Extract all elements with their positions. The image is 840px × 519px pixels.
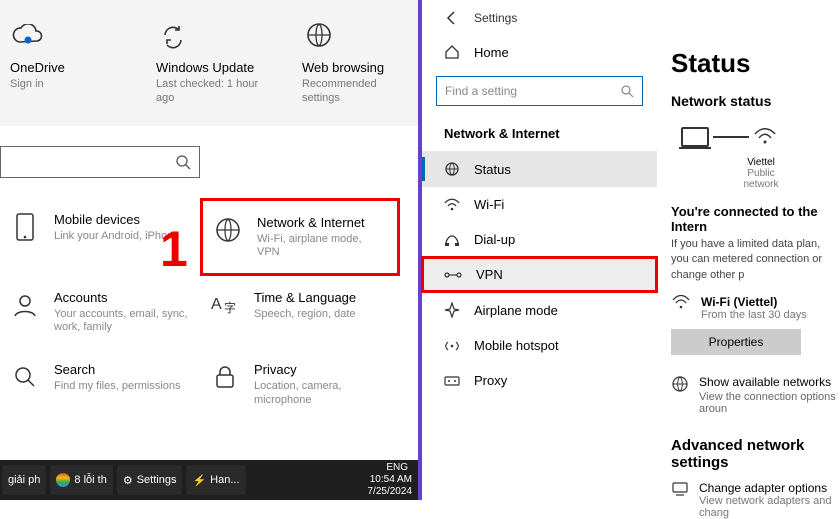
status-icon (444, 161, 460, 177)
settings-header: Settings (422, 0, 840, 30)
hotspot-icon (444, 339, 460, 353)
airplane-icon (444, 302, 460, 318)
page-title: Status (671, 48, 839, 79)
windows-update-title: Windows Update (156, 60, 262, 75)
find-setting-input[interactable]: Find a setting (436, 76, 643, 106)
settings-search-input[interactable] (0, 146, 200, 178)
vpn-icon (444, 269, 462, 281)
nav-airplane[interactable]: Airplane mode (422, 292, 657, 328)
nav-vpn[interactable]: VPN (422, 257, 657, 292)
taskbar-clock[interactable]: ENG 10:54 AM 7/25/2024 (368, 462, 419, 498)
home-icon (444, 44, 460, 60)
laptop-icon (681, 127, 709, 147)
properties-button[interactable]: Properties (671, 329, 801, 355)
wifi-icon (671, 295, 691, 321)
network-status-heading: Network status (671, 93, 839, 109)
nav-dialup[interactable]: Dial-up (422, 222, 657, 257)
globe-icon (671, 375, 689, 431)
change-adapter-link[interactable]: Change adapter options View network adap… (671, 481, 839, 519)
taskbar-item[interactable]: giải ph (2, 465, 46, 495)
svg-text:字: 字 (224, 300, 236, 315)
globe-icon (302, 18, 336, 52)
search-icon (175, 154, 191, 170)
windows-update-sub: Last checked: 1 hour ago (156, 77, 262, 106)
sync-icon (156, 18, 190, 52)
taskbar[interactable]: giải ph 8 lỗi th ⚙Settings ⚡Han... ENG 1… (0, 460, 418, 500)
adapter-icon (671, 481, 689, 519)
web-browsing-card[interactable]: Web browsing Recommended settings (302, 18, 408, 106)
svg-text:A: A (211, 296, 222, 313)
nav-status[interactable]: Status (422, 151, 657, 187)
taskbar-settings[interactable]: ⚙Settings (117, 465, 183, 495)
taskbar-item[interactable]: 8 lỗi th (50, 465, 112, 495)
globe-icon (213, 215, 243, 245)
show-networks-link[interactable]: Show available networks View the connect… (671, 375, 839, 431)
settings-nav: Home Find a setting Network & Internet S… (422, 30, 657, 519)
search-icon (620, 84, 634, 98)
annotation-1: 1 (160, 220, 188, 278)
gear-icon: ⚙ (123, 474, 133, 487)
settings-top-shortcuts: OneDrive Sign in Windows Update Last che… (0, 0, 418, 126)
nav-home[interactable]: Home (422, 34, 657, 70)
person-icon (10, 290, 40, 320)
lock-icon (210, 362, 240, 392)
nav-wifi[interactable]: Wi-Fi (422, 187, 657, 222)
nav-proxy[interactable]: Proxy (422, 363, 657, 398)
dialup-icon (444, 233, 460, 247)
settings-categories: Mobile devices Link your Android, iPhone… (0, 198, 418, 421)
cloud-icon (10, 18, 44, 52)
network-diagram (671, 123, 839, 151)
accounts-category[interactable]: Accounts Your accounts, email, sync, wor… (0, 276, 200, 348)
advanced-heading: Advanced network settings (671, 437, 839, 471)
wifi-icon (753, 128, 777, 146)
onedrive-sub: Sign in (10, 77, 116, 91)
status-page: 2 Status Network status Viettel Public n… (657, 30, 839, 519)
search-icon (10, 362, 40, 392)
time-language-icon: A字 (210, 290, 240, 320)
network-internet-category[interactable]: Network & Internet Wi-Fi, airplane mode,… (200, 198, 400, 276)
nav-section-title: Network & Internet (422, 112, 657, 151)
search-category[interactable]: Search Find my files, permissions (0, 348, 200, 420)
taskbar-item[interactable]: ⚡Han... (186, 465, 245, 495)
web-browsing-title: Web browsing (302, 60, 408, 75)
onedrive-title: OneDrive (10, 60, 116, 75)
time-language-category[interactable]: A字 Time & Language Speech, region, date (200, 276, 400, 348)
current-connection: Wi-Fi (Viettel) From the last 30 days (671, 295, 839, 321)
proxy-icon (444, 374, 460, 388)
onedrive-card[interactable]: OneDrive Sign in (10, 18, 116, 106)
phone-icon (10, 212, 40, 242)
back-icon[interactable] (444, 10, 460, 26)
web-browsing-sub: Recommended settings (302, 77, 408, 106)
nav-hotspot[interactable]: Mobile hotspot (422, 328, 657, 363)
windows-update-card[interactable]: Windows Update Last checked: 1 hour ago (156, 18, 262, 106)
wifi-icon (444, 198, 460, 212)
privacy-category[interactable]: Privacy Location, camera, microphone (200, 348, 400, 420)
